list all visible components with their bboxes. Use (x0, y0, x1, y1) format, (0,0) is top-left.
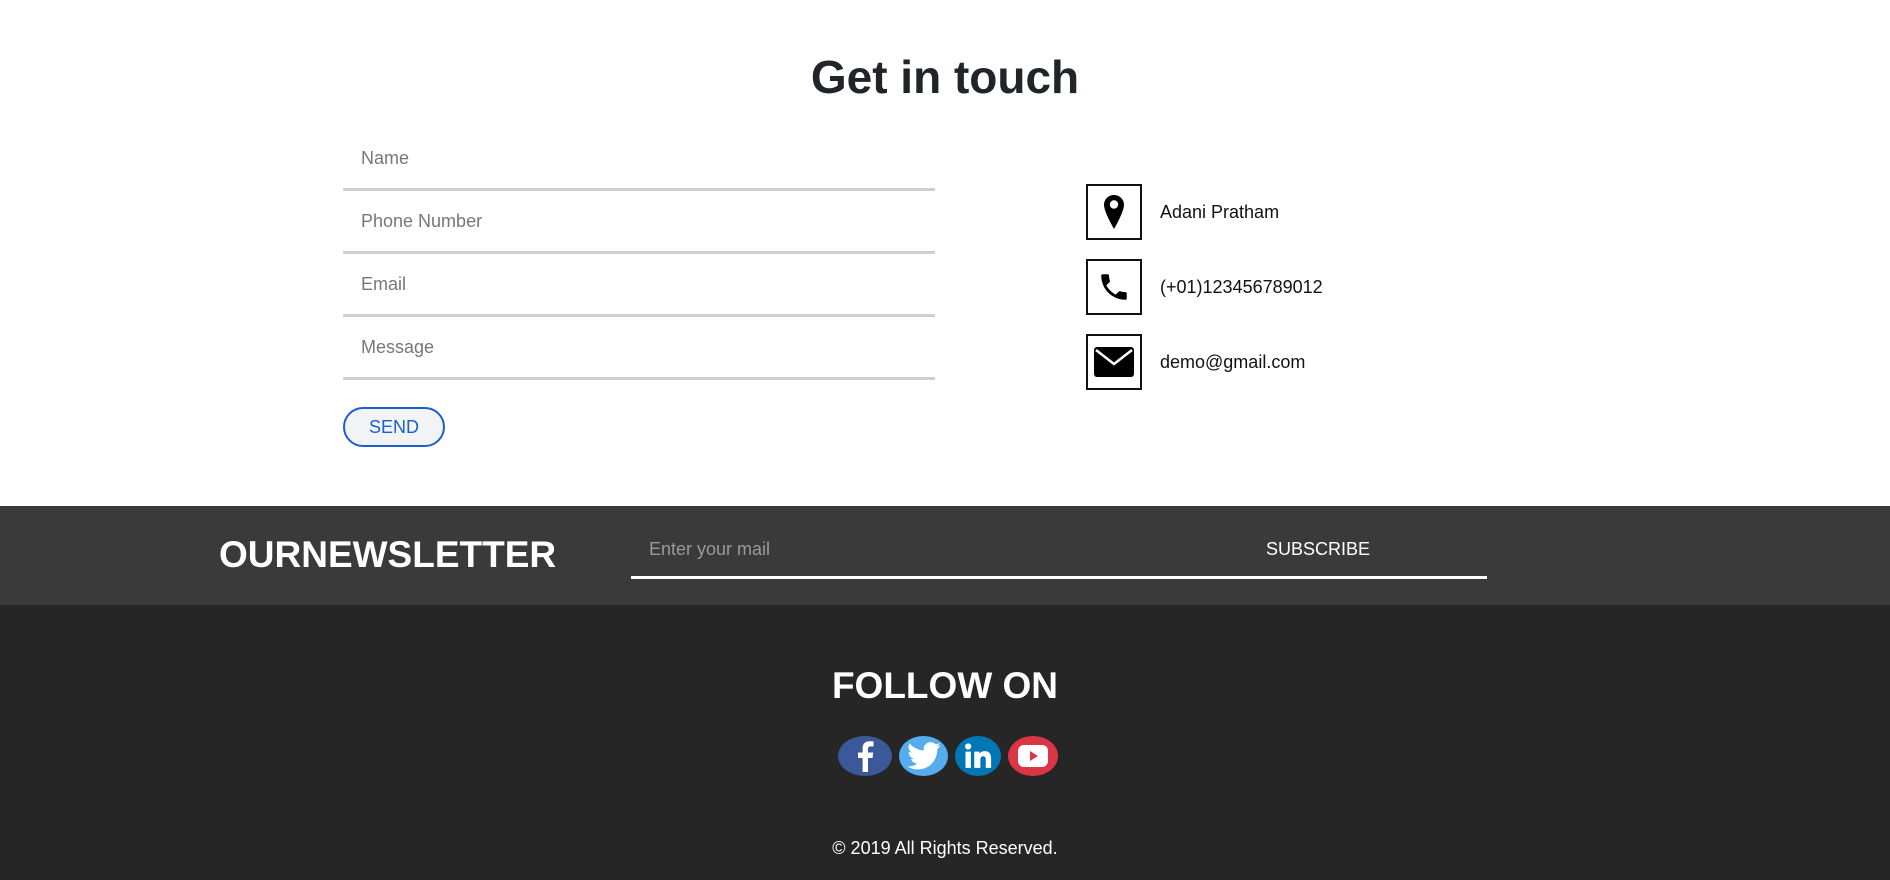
linkedin-icon (965, 743, 992, 768)
envelope-icon (1086, 334, 1142, 390)
message-field-wrapper (343, 318, 935, 380)
phone-row: (+01)123456789012 (1086, 259, 1323, 315)
phone-icon (1086, 259, 1142, 315)
email-text: demo@gmail.com (1160, 351, 1306, 372)
twitter-link[interactable] (899, 736, 948, 776)
social-links (838, 736, 1058, 776)
facebook-link[interactable] (838, 736, 892, 776)
footer: FOLLOW ON © 2019 All Rights Reserved. (0, 605, 1890, 880)
email-field-wrapper (343, 255, 935, 317)
newsletter-section: OURNEWSLETTER SUBSCRIBE (0, 506, 1890, 605)
email-input[interactable] (343, 255, 935, 314)
address-row: Adani Pratham (1086, 184, 1323, 240)
email-row: demo@gmail.com (1086, 334, 1323, 390)
address-text: Adani Pratham (1160, 201, 1280, 222)
name-field-wrapper (343, 129, 935, 191)
youtube-link[interactable] (1008, 736, 1058, 776)
copyright-text: © 2019 All Rights Reserved. (832, 838, 1058, 858)
map-pin-icon (1086, 184, 1142, 240)
youtube-icon (1018, 745, 1048, 767)
phone-input[interactable] (343, 192, 935, 251)
contact-info: Adani Pratham (+01)123456789012 demo@gma… (1086, 184, 1323, 409)
phone-field-wrapper (343, 192, 935, 254)
facebook-icon (858, 741, 874, 772)
follow-title: FOLLOW ON (831, 665, 1059, 706)
message-input[interactable] (343, 318, 935, 377)
subscribe-button[interactable]: SUBSCRIBE (1231, 522, 1405, 576)
contact-section: Get in touch SEND Adani Pratham (0, 0, 1890, 506)
newsletter-email-input[interactable] (631, 522, 1227, 576)
twitter-icon (906, 742, 941, 770)
send-button[interactable]: SEND (343, 407, 445, 447)
linkedin-link[interactable] (955, 736, 1001, 776)
phone-text: (+01)123456789012 (1160, 276, 1323, 297)
newsletter-title: OURNEWSLETTER (219, 534, 557, 575)
page-title: Get in touch (810, 51, 1080, 103)
name-input[interactable] (343, 129, 935, 188)
newsletter-form: SUBSCRIBE (631, 522, 1487, 579)
contact-form: SEND (343, 129, 935, 447)
